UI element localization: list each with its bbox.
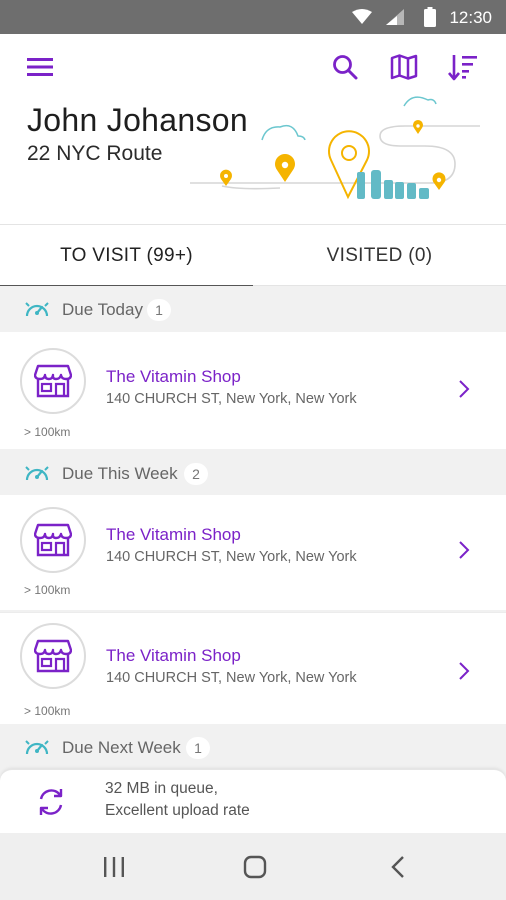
store-name: The Vitamin Shop <box>106 525 241 544</box>
search-button[interactable] <box>329 51 361 83</box>
store-avatar <box>20 348 86 414</box>
section-label: Due Today <box>62 300 143 319</box>
upload-queue-text: 32 MB in queue, <box>105 780 218 797</box>
section-label: Due Next Week <box>62 738 181 757</box>
battery-icon <box>424 7 436 27</box>
sync-icon <box>39 789 63 815</box>
tab-to-visit[interactable]: TO VISIT (99+) <box>0 225 253 288</box>
menu-button[interactable] <box>24 51 56 83</box>
section-label: Due This Week <box>62 464 178 483</box>
speedometer-icon <box>25 302 49 317</box>
route-illustration <box>190 96 480 200</box>
status-bar: 12:30 <box>0 0 506 34</box>
store-distance: > 100km <box>24 425 71 439</box>
chevron-right-icon <box>459 541 470 559</box>
store-avatar <box>20 623 86 689</box>
store-card[interactable]: The Vitamin Shop 140 CHURCH ST, New York… <box>0 332 506 449</box>
map-icon <box>390 54 418 80</box>
section-header-due-next-week: Due Next Week 1 <box>0 726 506 770</box>
storefront-icon <box>34 364 72 398</box>
section-count-badge: 2 <box>184 463 208 485</box>
chevron-right-icon <box>459 380 470 398</box>
search-icon <box>333 55 358 80</box>
wifi-icon <box>352 9 372 24</box>
storefront-icon <box>34 523 72 557</box>
section-header-due-today: Due Today 1 <box>0 288 506 332</box>
store-avatar <box>20 507 86 573</box>
home-icon <box>243 855 267 879</box>
section-count-badge: 1 <box>147 299 171 321</box>
section-count-badge: 1 <box>186 737 210 759</box>
sort-button[interactable] <box>447 51 479 83</box>
store-address: 140 CHURCH ST, New York, New York <box>106 549 357 565</box>
route-name: 22 NYC Route <box>27 142 163 165</box>
visit-tabs: TO VISIT (99+) VISITED (0) <box>0 224 506 288</box>
store-name: The Vitamin Shop <box>106 367 241 386</box>
recents-button[interactable] <box>100 853 128 881</box>
tab-visited[interactable]: VISITED (0) <box>253 225 506 287</box>
signal-icon <box>386 9 404 25</box>
system-nav-bar <box>0 833 506 900</box>
menu-icon <box>27 58 53 76</box>
header: John Johanson 22 NYC Route <box>0 34 506 224</box>
store-card[interactable]: The Vitamin Shop 140 CHURCH ST, New York… <box>0 495 506 610</box>
upload-rate-text: Excellent upload rate <box>105 802 250 819</box>
chevron-right-icon <box>459 662 470 680</box>
storefront-icon <box>34 639 72 673</box>
recents-icon <box>104 857 124 877</box>
store-distance: > 100km <box>24 583 71 597</box>
store-address: 140 CHURCH ST, New York, New York <box>106 391 357 407</box>
speedometer-icon <box>25 740 49 755</box>
map-button[interactable] <box>388 51 420 83</box>
upload-status-panel[interactable]: 32 MB in queue, Excellent upload rate <box>0 769 506 833</box>
home-button[interactable] <box>241 853 269 881</box>
back-button[interactable] <box>384 853 412 881</box>
speedometer-icon <box>25 466 49 481</box>
store-address: 140 CHURCH ST, New York, New York <box>106 670 357 686</box>
store-name: The Vitamin Shop <box>106 646 241 665</box>
store-card[interactable]: The Vitamin Shop 140 CHURCH ST, New York… <box>0 612 506 724</box>
status-time: 12:30 <box>449 8 492 27</box>
visit-list: Due Today 1 The Vitamin Shop 140 CHURCH … <box>0 286 506 834</box>
sort-icon <box>448 55 477 81</box>
section-header-due-this-week: Due This Week 2 <box>0 452 506 496</box>
back-icon <box>391 856 404 878</box>
store-distance: > 100km <box>24 704 71 718</box>
